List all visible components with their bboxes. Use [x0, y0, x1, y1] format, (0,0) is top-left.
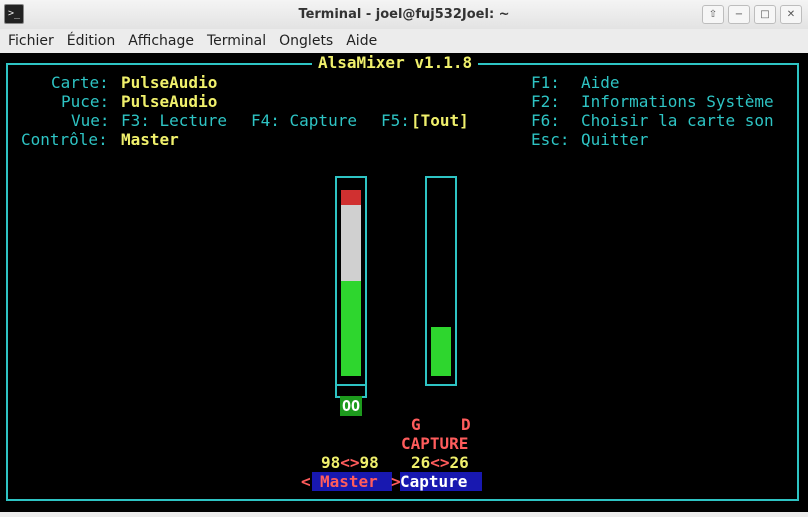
master-left-value: 98: [321, 453, 341, 472]
puce-value: PulseAudio: [121, 92, 218, 111]
master-arrow-left: <: [301, 472, 311, 491]
window-bottom-edge: [0, 512, 808, 517]
controle-value: Master: [121, 130, 179, 149]
vue-f4-capture[interactable]: F4: Capture: [251, 111, 357, 130]
capture-link-icon: <>: [430, 453, 450, 472]
capture-name: Capture: [400, 472, 468, 491]
master-level-low: [341, 281, 361, 376]
window-title: Terminal - joel@fuj532Joel: ~: [298, 7, 510, 22]
title-bar: >_ Terminal - joel@fuj532Joel: ~ ⇧ − □ ✕: [0, 0, 808, 30]
capture-right-value: 26: [449, 453, 469, 472]
master-mute-indicator[interactable]: OO: [340, 396, 362, 416]
menu-affichage[interactable]: Affichage: [124, 33, 198, 49]
menu-fichier[interactable]: Fichier: [4, 33, 58, 49]
alsamixer-title: AlsaMixer v1.1.8: [312, 53, 479, 72]
control-master[interactable]: Master: [312, 472, 392, 491]
menu-aide[interactable]: Aide: [342, 33, 381, 49]
master-right-value: 98: [359, 453, 379, 472]
master-link-icon: <>: [340, 453, 360, 472]
help-key-esc: Esc:: [531, 130, 570, 149]
vue-f5-key[interactable]: F5:: [381, 111, 410, 130]
menu-bar: Fichier Édition Affichage Terminal Ongle…: [0, 29, 808, 52]
menu-terminal[interactable]: Terminal: [203, 33, 270, 49]
master-level-mid: [341, 205, 361, 281]
capture-level: [431, 326, 451, 376]
menu-onglets[interactable]: Onglets: [275, 33, 337, 49]
control-capture[interactable]: Capture: [400, 472, 482, 491]
puce-label: Puce:: [61, 92, 110, 111]
master-slider-divider: [335, 384, 367, 386]
window-controls: ⇧ − □ ✕: [702, 5, 802, 24]
controle-label: Contrôle:: [21, 130, 108, 149]
help-key-f1: F1:: [531, 73, 560, 92]
master-level-high: [341, 189, 361, 205]
vue-f3-lecture[interactable]: F3: Lecture: [121, 111, 227, 130]
menu-edition[interactable]: Édition: [63, 33, 119, 49]
capture-level-readout: 26<>26: [411, 453, 469, 472]
minimize-icon[interactable]: −: [728, 5, 750, 24]
capture-left-value: 26: [411, 453, 431, 472]
capture-channel-right: D: [461, 415, 471, 434]
up-icon[interactable]: ⇧: [702, 5, 724, 24]
vue-f5-tout[interactable]: [Tout]: [411, 111, 469, 130]
carte-label: Carte:: [51, 73, 109, 92]
close-icon[interactable]: ✕: [780, 5, 802, 24]
help-desc-info: Informations Système: [581, 92, 774, 111]
master-name: Master: [320, 472, 378, 491]
carte-value: PulseAudio: [121, 73, 218, 92]
help-desc-carte: Choisir la carte son: [581, 111, 774, 130]
help-key-f6: F6:: [531, 111, 560, 130]
terminal-area[interactable]: AlsaMixer v1.1.8 Carte: PulseAudio Puce:…: [0, 53, 808, 512]
help-key-f2: F2:: [531, 92, 560, 111]
master-level-readout: 98<>98: [321, 453, 379, 472]
help-desc-quitter: Quitter: [581, 130, 649, 149]
maximize-icon[interactable]: □: [754, 5, 776, 24]
capture-flag[interactable]: CAPTURE: [401, 434, 468, 453]
capture-channel-left: G: [411, 415, 421, 434]
vue-label: Vue:: [71, 111, 110, 130]
help-desc-aide: Aide: [581, 73, 620, 92]
